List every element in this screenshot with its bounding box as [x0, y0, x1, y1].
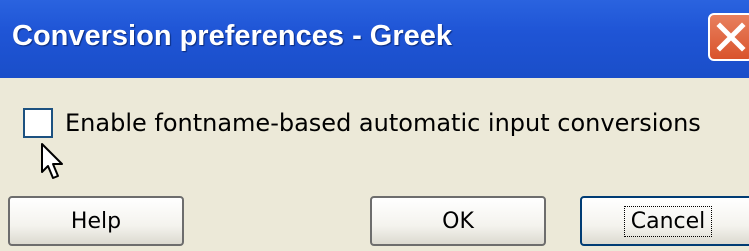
- title-bar[interactable]: Conversion preferences - Greek: [0, 0, 749, 78]
- cancel-button[interactable]: Cancel: [580, 196, 749, 246]
- auto-conversion-label[interactable]: Enable fontname-based automatic input co…: [65, 108, 701, 138]
- help-button[interactable]: Help: [8, 196, 184, 246]
- auto-conversion-checkbox[interactable]: [23, 108, 53, 138]
- dialog-body: Enable fontname-based automatic input co…: [0, 78, 749, 251]
- ok-button[interactable]: OK: [370, 196, 546, 246]
- cancel-button-label: Cancel: [623, 205, 713, 237]
- close-icon: [716, 22, 746, 52]
- window-title: Conversion preferences - Greek: [12, 20, 453, 52]
- help-button-label: Help: [70, 208, 122, 234]
- close-button[interactable]: [708, 13, 749, 61]
- ok-button-label: OK: [442, 208, 474, 234]
- mouse-pointer-icon: [41, 143, 63, 179]
